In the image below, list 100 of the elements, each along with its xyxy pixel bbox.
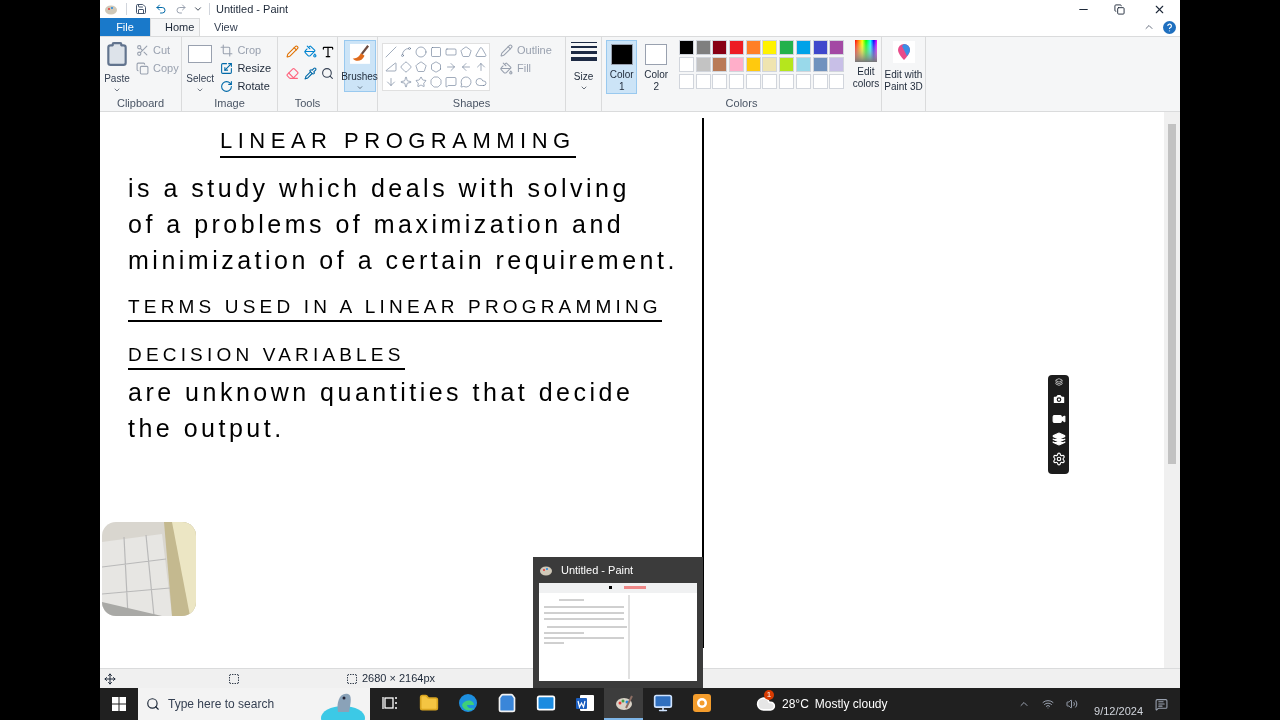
caret-icon <box>196 86 205 94</box>
palette-swatch[interactable] <box>812 57 828 72</box>
select-button[interactable]: Select <box>186 41 215 94</box>
ribbon-tab[interactable]: View <box>200 18 244 36</box>
size-button[interactable]: Size <box>570 41 597 92</box>
edit-colors-button[interactable]: Edit colors <box>851 40 881 90</box>
selection-icon <box>188 45 213 63</box>
palette-swatch[interactable] <box>779 40 795 55</box>
palette-swatch[interactable] <box>829 40 845 55</box>
folder-icon <box>418 693 439 713</box>
rotate-icon <box>220 79 234 93</box>
four-point-star-shape-icon[interactable] <box>400 76 412 88</box>
paint-3d-button[interactable]: Edit with Paint 3D <box>883 41 924 93</box>
palette-swatch[interactable] <box>678 57 694 72</box>
canvas-heading: LINEAR PROGRAMMING <box>220 130 576 158</box>
oval-callout-shape-icon[interactable] <box>460 76 472 88</box>
caret-icon <box>113 86 121 94</box>
vertical-scrollbar[interactable] <box>1164 112 1180 668</box>
up-arrow-shape-icon[interactable] <box>475 61 487 73</box>
palette-swatch[interactable] <box>762 40 778 55</box>
caret-icon <box>579 84 588 92</box>
five-point-star-shape-icon[interactable] <box>415 76 427 88</box>
camera-icon[interactable] <box>1051 392 1066 406</box>
search-box[interactable]: Type here to search <box>138 688 370 720</box>
palette-swatch[interactable] <box>812 40 828 55</box>
help-icon[interactable] <box>1163 20 1176 34</box>
oval-shape-icon[interactable] <box>415 46 427 58</box>
color-picker-icon[interactable] <box>303 67 317 80</box>
customize-icon[interactable] <box>193 4 203 14</box>
recorder-icon <box>691 693 712 713</box>
palette-swatch[interactable] <box>695 40 711 55</box>
ribbon-tab[interactable]: Home <box>150 18 200 36</box>
rotate-button[interactable]: Rotate <box>218 77 273 95</box>
paint-drop-icon <box>892 41 915 63</box>
rounded-rectangle-shape-icon[interactable] <box>445 46 457 58</box>
pentagon-shape-icon[interactable] <box>415 61 427 73</box>
file-menu[interactable]: File <box>100 18 150 36</box>
rectangle-callout-shape-icon[interactable] <box>445 76 457 88</box>
line-width-icon <box>570 41 597 63</box>
settings-icon[interactable] <box>1051 452 1066 466</box>
restore-icon[interactable] <box>1114 3 1125 15</box>
palette-swatch[interactable] <box>745 40 761 55</box>
text-tool-icon[interactable] <box>321 45 336 59</box>
palette-swatch[interactable] <box>729 57 745 72</box>
volume-icon[interactable] <box>1066 698 1079 710</box>
right-arrow-shape-icon[interactable] <box>445 61 457 73</box>
palette-swatch[interactable] <box>695 57 711 72</box>
diamond-shape-icon[interactable] <box>400 61 412 73</box>
hexagon-shape-icon[interactable] <box>430 61 442 73</box>
palette-swatch[interactable] <box>745 57 761 72</box>
six-point-star-shape-icon[interactable] <box>430 76 442 88</box>
caret-icon <box>355 83 364 91</box>
line-shape-icon[interactable] <box>385 46 397 58</box>
canvas-text: of a problems of maximization and <box>128 212 625 237</box>
down-arrow-shape-icon[interactable] <box>385 76 397 88</box>
palette-swatch[interactable] <box>712 40 728 55</box>
group-label: Tools <box>293 98 322 111</box>
palette-swatch[interactable] <box>678 40 694 55</box>
canvas-text: the output. <box>128 416 285 441</box>
color-slot[interactable]: Color 2 <box>640 40 672 94</box>
video-icon[interactable] <box>1051 412 1066 426</box>
weather-widget[interactable]: 28°C Mostly cloudy <box>782 695 888 713</box>
triangle-shape-icon[interactable] <box>475 46 487 58</box>
magnifier-icon[interactable] <box>321 67 335 80</box>
monitor-icon <box>652 693 673 713</box>
fill-icon[interactable] <box>303 45 317 58</box>
palette-swatch[interactable] <box>829 57 845 72</box>
cursor-position-icon <box>104 672 116 685</box>
network-icon[interactable] <box>1042 698 1055 710</box>
canvas-text: are unknown quantities that decide <box>128 380 634 405</box>
cloud-callout-shape-icon[interactable] <box>475 76 487 88</box>
palette-swatch[interactable] <box>779 57 795 72</box>
brushes-button[interactable]: Brushes <box>343 40 376 92</box>
polygon-shape-icon[interactable] <box>460 46 472 58</box>
palette-swatch[interactable] <box>712 57 728 72</box>
eraser-icon[interactable] <box>286 67 299 80</box>
color-slot[interactable]: Color 1 <box>606 40 638 94</box>
palette-swatch[interactable] <box>795 40 811 55</box>
right-triangle-shape-icon[interactable] <box>385 61 397 73</box>
cut-icon <box>136 43 149 57</box>
redo-icon[interactable] <box>175 3 187 15</box>
curve-shape-icon[interactable] <box>400 46 412 58</box>
pencil-icon[interactable] <box>286 45 299 58</box>
mail-icon <box>535 693 556 713</box>
resize-button[interactable]: Resize <box>218 59 273 77</box>
palette-swatch[interactable] <box>795 57 811 72</box>
rainbow-icon <box>855 40 877 62</box>
left-arrow-shape-icon[interactable] <box>460 61 472 73</box>
canvas-heading: DECISION VARIABLES <box>128 345 405 370</box>
notifications-icon[interactable] <box>1155 697 1168 711</box>
palette-swatch[interactable] <box>729 40 745 55</box>
taskbar-date[interactable]: 9/12/2024 <box>1094 688 1143 720</box>
save-icon[interactable] <box>135 3 147 15</box>
crop-icon <box>220 43 234 57</box>
taskbar-button[interactable] <box>604 688 643 720</box>
search-field[interactable]: Type here to search <box>168 695 318 713</box>
paste-button[interactable]: Paste <box>104 41 130 94</box>
rectangle-shape-icon[interactable] <box>430 46 442 58</box>
palette-swatch[interactable] <box>762 57 778 72</box>
undo-icon[interactable] <box>155 3 167 15</box>
